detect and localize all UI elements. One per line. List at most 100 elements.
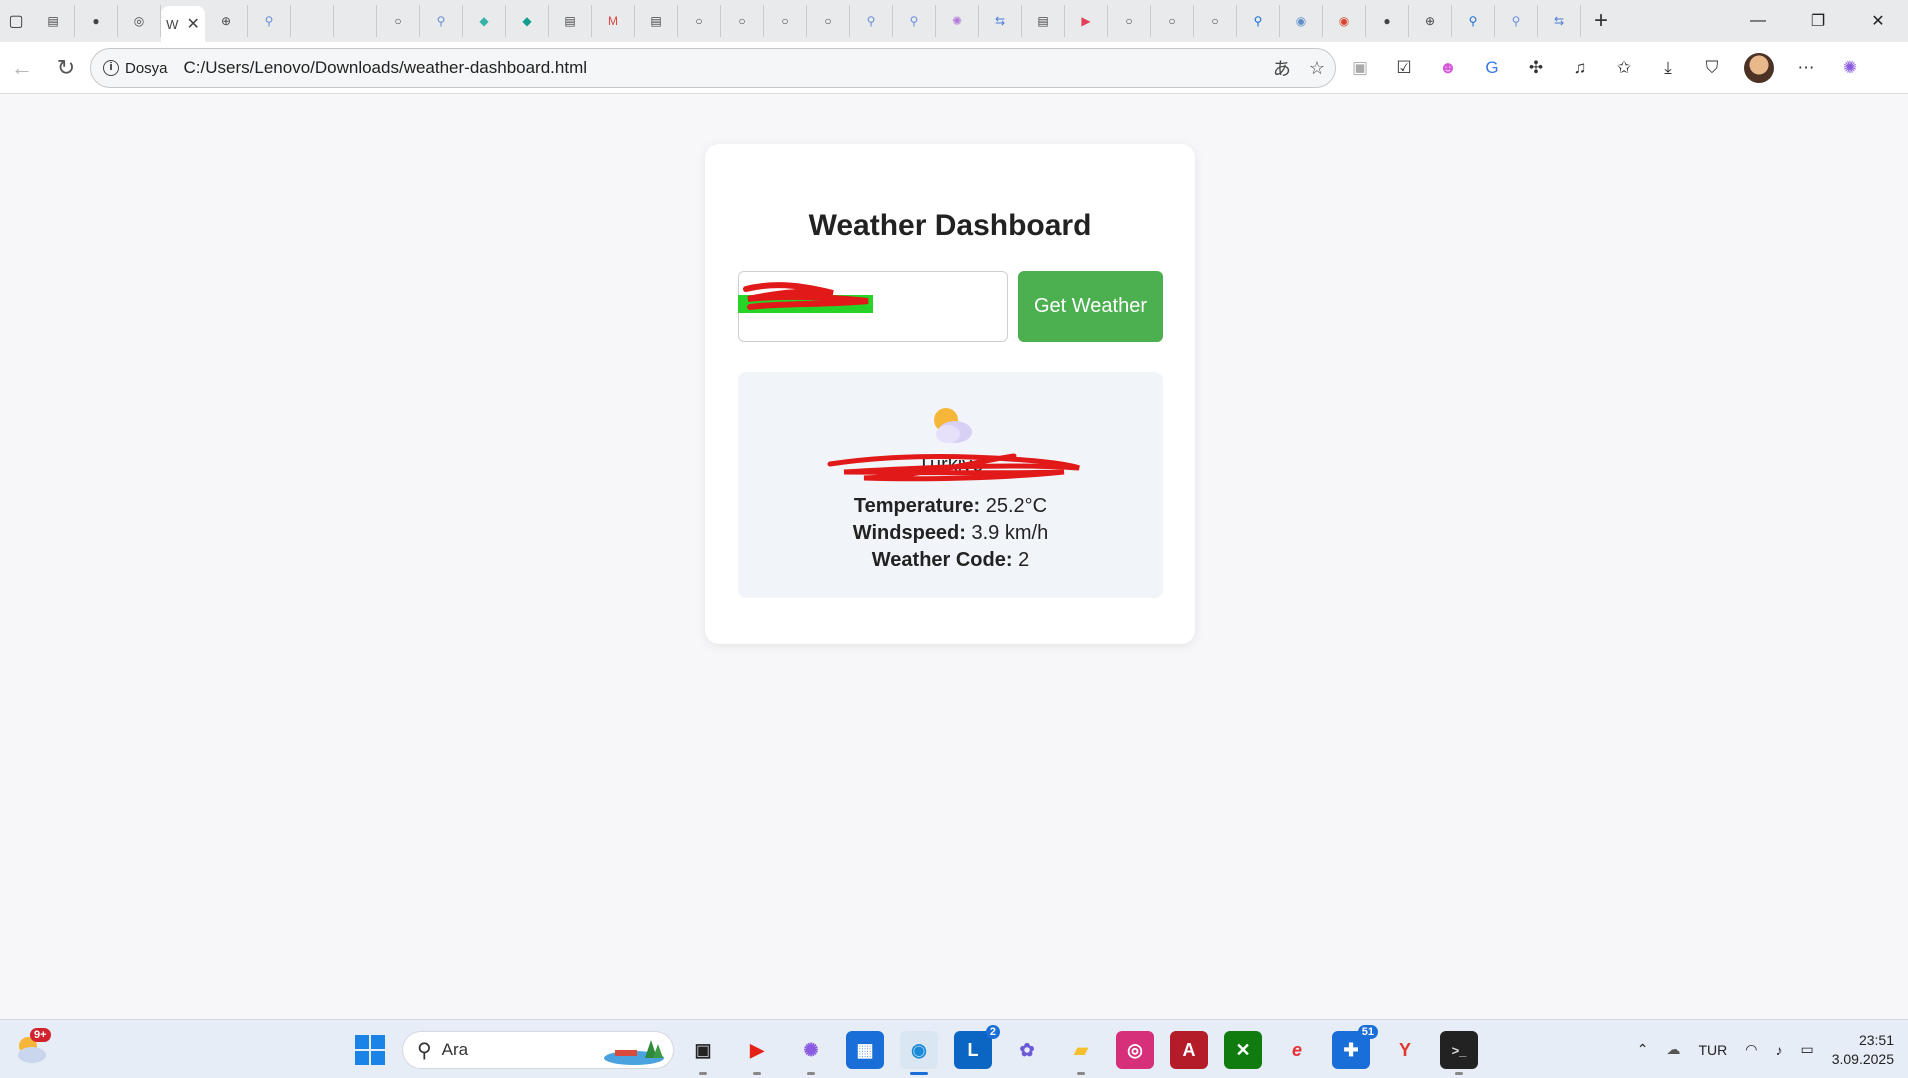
translate-icon[interactable]: G <box>1480 56 1504 80</box>
url-text[interactable]: C:/Users/Lenovo/Downloads/weather-dashbo… <box>184 58 587 78</box>
tab[interactable]: ◆ <box>463 5 506 37</box>
profile-avatar[interactable] <box>1744 53 1774 83</box>
linkedin-badge: 2 <box>985 1025 1000 1039</box>
address-bar[interactable]: i Dosya C:/Users/Lenovo/Downloads/weathe… <box>90 48 1336 88</box>
github-icon: ● <box>92 14 100 28</box>
restore-icon[interactable]: ❐ <box>1788 0 1848 42</box>
close-tab-icon[interactable]: ✕ <box>186 14 199 34</box>
tab-actions-icon[interactable]: ▢ <box>0 0 32 42</box>
tab[interactable]: ⊕ <box>1409 5 1452 37</box>
tab[interactable]: ○ <box>678 5 721 37</box>
favorite-star-icon[interactable]: ☆ <box>1309 58 1325 79</box>
copilot-app[interactable]: ✺ <box>792 1031 830 1075</box>
tab[interactable]: ○ <box>807 5 850 37</box>
tab[interactable]: ⇆ <box>1538 5 1581 37</box>
tab[interactable]: ○ <box>1108 5 1151 37</box>
close-icon[interactable]: ✕ <box>1848 0 1908 42</box>
tab[interactable]: ○ <box>764 5 807 37</box>
new-tab-button[interactable]: + <box>1581 5 1621 37</box>
terminal-app[interactable]: >_ <box>1440 1031 1478 1075</box>
tab[interactable]: ▤ <box>32 5 75 37</box>
extension-icons: ▣ ☑ ☻ G ✣ ♫ ✩ ⤓ ⛉ ⋯ ✺ <box>1348 42 1862 94</box>
start-button[interactable] <box>352 1032 388 1068</box>
tab-active[interactable]: W ✕ <box>161 6 205 42</box>
tab[interactable]: ◉ <box>1323 5 1366 37</box>
battery-icon[interactable]: ▭ <box>1800 1041 1813 1058</box>
copilot-icon[interactable]: ✺ <box>1838 56 1862 80</box>
access-app[interactable]: A <box>1170 1031 1208 1069</box>
tab[interactable]: ⇆ <box>979 5 1022 37</box>
media-icon[interactable]: ♫ <box>1568 56 1592 80</box>
extension-check-icon[interactable]: ☑ <box>1392 56 1416 80</box>
city-input[interactable] <box>738 271 1008 342</box>
tab[interactable]: ⚲ <box>1452 5 1495 37</box>
page-content: Weather Dashboard Get Weather Türkiye Te… <box>0 95 1908 1019</box>
tab[interactable]: ▤ <box>1022 5 1065 37</box>
language-indicator[interactable]: TUR <box>1698 1042 1727 1058</box>
tab[interactable]: ◉ <box>1280 5 1323 37</box>
refresh-button[interactable]: ↻ <box>44 46 88 90</box>
yandex-app[interactable]: Y <box>1386 1031 1424 1069</box>
tab[interactable]: ○ <box>377 5 420 37</box>
tab[interactable]: ▶ <box>1065 5 1108 37</box>
windows-logo-tile <box>371 1051 385 1065</box>
github-icon: ● <box>1383 14 1391 28</box>
tab[interactable] <box>334 5 377 37</box>
youtube-app[interactable]: ▶ <box>738 1031 776 1075</box>
ebay-app[interactable]: e <box>1278 1031 1316 1069</box>
task-view-app[interactable]: ▣ <box>684 1031 722 1075</box>
chevron-up-icon[interactable]: ⌃ <box>1637 1041 1649 1058</box>
tab[interactable]: ◆ <box>506 5 549 37</box>
site-info-button[interactable]: i Dosya <box>103 60 184 77</box>
tab[interactable]: ⚲ <box>1495 5 1538 37</box>
tab[interactable]: ▤ <box>549 5 592 37</box>
back-button[interactable]: ← <box>0 46 44 90</box>
edge-app[interactable]: ◉ <box>900 1031 938 1075</box>
onedrive-icon[interactable]: ☁ <box>1666 1041 1680 1058</box>
more-icon[interactable]: ⋯ <box>1794 56 1818 80</box>
tab[interactable]: ⊕ <box>205 5 248 37</box>
tab[interactable]: ⚲ <box>248 5 291 37</box>
tab[interactable]: ⚲ <box>850 5 893 37</box>
file-explorer-app[interactable]: ▰ <box>1062 1031 1100 1075</box>
tab[interactable]: ● <box>75 5 118 37</box>
system-tray: ⌃ ☁ TUR ◠ ♪ ▭ 23:51 3.09.2025 <box>1637 1020 1908 1078</box>
tab[interactable]: ● <box>1366 5 1409 37</box>
tab[interactable]: ✺ <box>936 5 979 37</box>
volume-icon[interactable]: ♪ <box>1775 1042 1782 1058</box>
tab[interactable]: ⚲ <box>1237 5 1280 37</box>
shield-icon[interactable]: ⛉ <box>1700 56 1724 80</box>
favorites-icon[interactable]: ✩ <box>1612 56 1636 80</box>
tab[interactable]: ▤ <box>635 5 678 37</box>
tab[interactable]: ○ <box>1151 5 1194 37</box>
downloads-icon[interactable]: ⤓ <box>1656 56 1680 80</box>
windspeed-row: Windspeed: 3.9 km/h <box>738 522 1163 545</box>
github-icon: ○ <box>824 14 832 28</box>
taskbar-search[interactable]: ⚲ Ara <box>402 1031 674 1069</box>
tab[interactable]: ○ <box>721 5 764 37</box>
store-app[interactable]: ▦ <box>846 1031 884 1069</box>
app-with-badge[interactable]: ✚ 51 <box>1332 1025 1378 1069</box>
wifi-icon[interactable]: ◠ <box>1745 1041 1757 1058</box>
tab[interactable]: ◎ <box>118 5 161 37</box>
photos-app[interactable]: ✿ <box>1008 1031 1046 1069</box>
tab[interactable]: ○ <box>1194 5 1237 37</box>
tab-list: ▤ ● ◎ W ✕ ⊕ ⚲ ○ ⚲ ◆ ◆ ▤ M ▤ ○ ○ ○ ○ ⚲ ⚲ … <box>32 0 1621 42</box>
copilot-icon: ◎ <box>133 14 145 28</box>
clock[interactable]: 23:51 3.09.2025 <box>1832 1031 1894 1069</box>
read-aloud-icon[interactable]: あ <box>1273 55 1291 81</box>
extensions-icon[interactable]: ✣ <box>1524 56 1548 80</box>
get-weather-button[interactable]: Get Weather <box>1018 271 1163 342</box>
tab[interactable]: M <box>592 5 635 37</box>
extension-page-icon[interactable]: ▣ <box>1348 56 1372 80</box>
instagram-app[interactable]: ◎ <box>1116 1031 1154 1069</box>
xbox-app[interactable]: ✕ <box>1224 1031 1262 1069</box>
tab[interactable] <box>291 5 334 37</box>
minimize-icon[interactable]: — <box>1728 0 1788 42</box>
linkedin-app[interactable]: L2 <box>954 1025 1000 1069</box>
weather-widget[interactable]: 9+ <box>14 1028 51 1064</box>
tab[interactable]: ⚲ <box>420 5 463 37</box>
page-icon: ▤ <box>47 14 59 28</box>
tab[interactable]: ⚲ <box>893 5 936 37</box>
extension-face-icon[interactable]: ☻ <box>1436 56 1460 80</box>
